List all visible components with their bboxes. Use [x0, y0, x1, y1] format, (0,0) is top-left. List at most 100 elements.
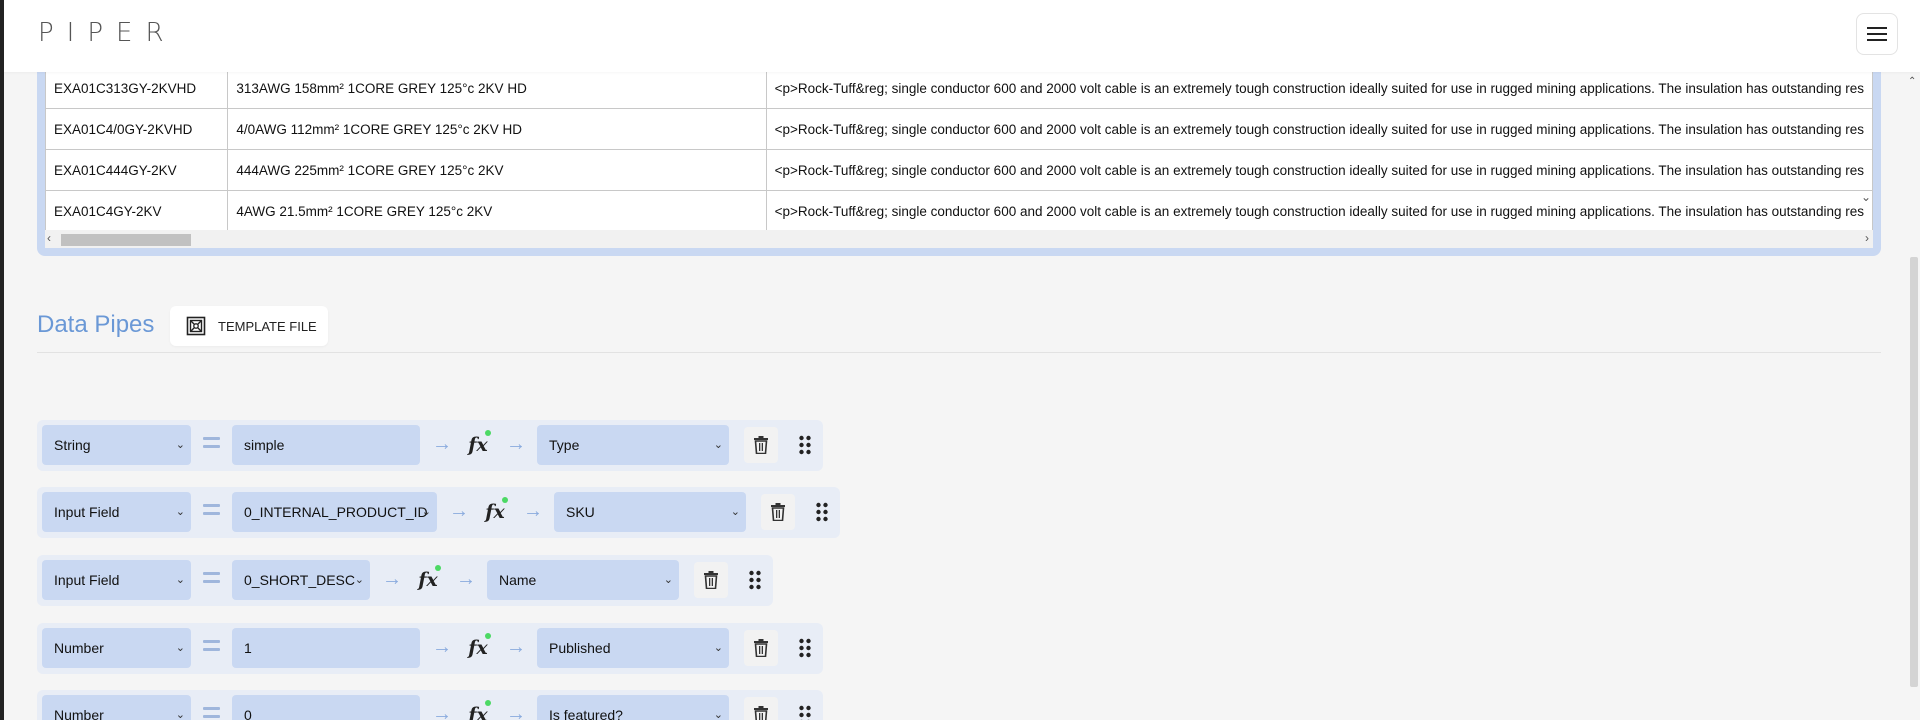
cell-description: 444AWG 225mm² 1CORE GREY 125°c 2KV	[227, 149, 767, 191]
table-row[interactable]: EXA01C313GY-2KVHD 313AWG 158mm² 1CORE GRE…	[45, 67, 1873, 109]
value-select[interactable]: 0_SHORT_DESC ⌄	[232, 560, 370, 600]
menu-button[interactable]	[1856, 13, 1898, 55]
delete-pipe-button[interactable]	[694, 562, 728, 598]
target-field-value: Name	[499, 572, 537, 588]
trash-icon	[754, 706, 768, 720]
source-type-select[interactable]: Number ⌄	[42, 628, 191, 668]
status-dot-icon	[435, 565, 441, 571]
trash-icon	[754, 639, 768, 657]
value-input[interactable]: 1	[232, 628, 420, 668]
app-header: PIPER	[0, 0, 1920, 72]
trash-icon	[754, 436, 768, 454]
function-fx-button[interactable]: fx	[462, 698, 494, 720]
cell-code: EXA01C313GY-2KVHD	[45, 67, 229, 109]
data-table-frame: EXA01C535GY-2KV535AWG 271mm² 1CORE GREY …	[37, 40, 1881, 256]
target-field-select[interactable]: Is featured? ⌄	[537, 695, 729, 720]
chevron-down-icon: ⌄	[354, 574, 364, 586]
chevron-down-icon: ⌄	[175, 439, 185, 451]
page-scroll-up-arrow[interactable]: ⌃	[1908, 76, 1916, 87]
table-row[interactable]: EXA01C4/0GY-2KVHD 4/0AWG 112mm² 1CORE GRE…	[45, 108, 1873, 150]
data-pipe-row: Input Field ⌄ 0_SHORT_DESC ⌄ → fx → Name ⌄	[37, 555, 773, 606]
value-input[interactable]: 0	[232, 695, 420, 720]
cell-long-description: <p>Rock-Tuff&reg; single conductor 600 a…	[765, 190, 1873, 232]
target-field-select[interactable]: Published ⌄	[537, 628, 729, 668]
scrollbar-thumb[interactable]	[61, 234, 191, 246]
source-type-value: String	[54, 437, 91, 453]
chevron-down-icon: ⌄	[175, 506, 185, 518]
chevron-down-icon: ⌄	[421, 506, 431, 518]
chevron-down-icon: ⌄	[175, 642, 185, 654]
source-type-select[interactable]: String ⌄	[42, 425, 191, 465]
arrow-right-icon: →	[449, 500, 469, 522]
drag-handle-icon[interactable]	[798, 435, 812, 455]
function-fx-button[interactable]: fx	[479, 495, 511, 529]
template-file-label: TEMPLATE FILE	[218, 318, 317, 334]
drag-handle-icon[interactable]	[748, 570, 762, 590]
source-type-select[interactable]: Input Field ⌄	[42, 492, 191, 532]
delete-pipe-button[interactable]	[761, 494, 795, 530]
target-field-select[interactable]: Type ⌄	[537, 425, 729, 465]
drag-handle-icon[interactable]	[798, 638, 812, 658]
chevron-down-icon: ⌄	[663, 574, 673, 586]
equals-icon	[203, 707, 220, 720]
delete-pipe-button[interactable]	[744, 630, 778, 666]
delete-pipe-button[interactable]	[744, 427, 778, 463]
cell-long-description: <p>Rock-Tuff&reg; single conductor 600 a…	[765, 67, 1873, 109]
source-type-value: Number	[54, 707, 104, 720]
source-type-value: Input Field	[54, 504, 120, 520]
trash-icon	[704, 571, 718, 589]
chevron-down-icon: ⌄	[713, 439, 723, 451]
scroll-left-arrow[interactable]: ‹	[47, 231, 51, 245]
drag-handle-icon[interactable]	[815, 502, 829, 522]
cell-description: 313AWG 158mm² 1CORE GREY 125°c 2KV HD	[227, 67, 767, 109]
target-field-select[interactable]: Name ⌄	[487, 560, 679, 600]
chevron-down-icon: ⌄	[175, 574, 185, 586]
delete-pipe-button[interactable]	[744, 697, 778, 720]
equals-icon	[203, 640, 220, 654]
arrow-right-icon: →	[456, 568, 476, 590]
arrow-right-icon: →	[506, 703, 526, 720]
cell-code: EXA01C444GY-2KV	[45, 149, 229, 191]
status-dot-icon	[485, 430, 491, 436]
data-pipe-row: String ⌄ simple → fx → Type ⌄	[37, 420, 823, 471]
target-field-value: Type	[549, 437, 580, 453]
target-field-value: Published	[549, 640, 611, 656]
table-row[interactable]: EXA01C444GY-2KV 444AWG 225mm² 1CORE GREY …	[45, 149, 1873, 191]
cell-description: 4/0AWG 112mm² 1CORE GREY 125°c 2KV HD	[227, 108, 767, 150]
function-fx-button[interactable]: fx	[462, 428, 494, 462]
data-pipe-row: Number ⌄ 0 → fx → Is featured? ⌄	[37, 690, 823, 720]
chevron-down-icon: ⌄	[713, 642, 723, 654]
source-type-select[interactable]: Input Field ⌄	[42, 560, 191, 600]
template-file-button[interactable]: TEMPLATE FILE	[170, 306, 328, 346]
table-row[interactable]: EXA01C4GY-2KV 4AWG 21.5mm² 1CORE GREY 125…	[45, 190, 1873, 232]
drag-handle-icon[interactable]	[798, 705, 812, 720]
table-scroll-down-arrow[interactable]: ⌄	[1861, 190, 1871, 204]
source-type-select[interactable]: Number ⌄	[42, 695, 191, 720]
cell-long-description: <p>Rock-Tuff&reg; single conductor 600 a…	[765, 149, 1873, 191]
chevron-down-icon: ⌄	[175, 709, 185, 720]
value-input[interactable]: simple	[232, 425, 420, 465]
value-select[interactable]: 0_INTERNAL_PRODUCT_ID ⌄	[232, 492, 437, 532]
function-fx-button[interactable]: fx	[462, 631, 494, 665]
data-pipe-row: Input Field ⌄ 0_INTERNAL_PRODUCT_ID ⌄ → fx → SK…	[37, 487, 840, 538]
trash-icon	[771, 503, 785, 521]
status-dot-icon	[502, 497, 508, 503]
function-fx-button[interactable]: fx	[412, 563, 444, 597]
table-horizontal-scrollbar[interactable]: ‹ ›	[45, 230, 1873, 248]
scroll-right-arrow[interactable]: ›	[1865, 231, 1869, 245]
target-field-value: Is featured?	[549, 707, 623, 720]
section-title: Data Pipes	[37, 311, 155, 338]
target-field-value: SKU	[566, 504, 595, 520]
page-vertical-scrollbar[interactable]: ⌃	[1908, 72, 1920, 720]
page-scrollbar-thumb[interactable]	[1910, 257, 1918, 687]
arrow-right-icon: →	[432, 433, 452, 455]
arrow-right-icon: →	[382, 568, 402, 590]
cell-code: EXA01C4GY-2KV	[45, 190, 229, 232]
target-field-select[interactable]: SKU ⌄	[554, 492, 746, 532]
status-dot-icon	[485, 700, 491, 706]
arrow-right-icon: →	[506, 636, 526, 658]
arrow-right-icon: →	[523, 500, 543, 522]
window-edge	[0, 0, 4, 720]
equals-icon	[203, 572, 220, 586]
data-pipe-row: Number ⌄ 1 → fx → Published ⌄	[37, 623, 823, 674]
